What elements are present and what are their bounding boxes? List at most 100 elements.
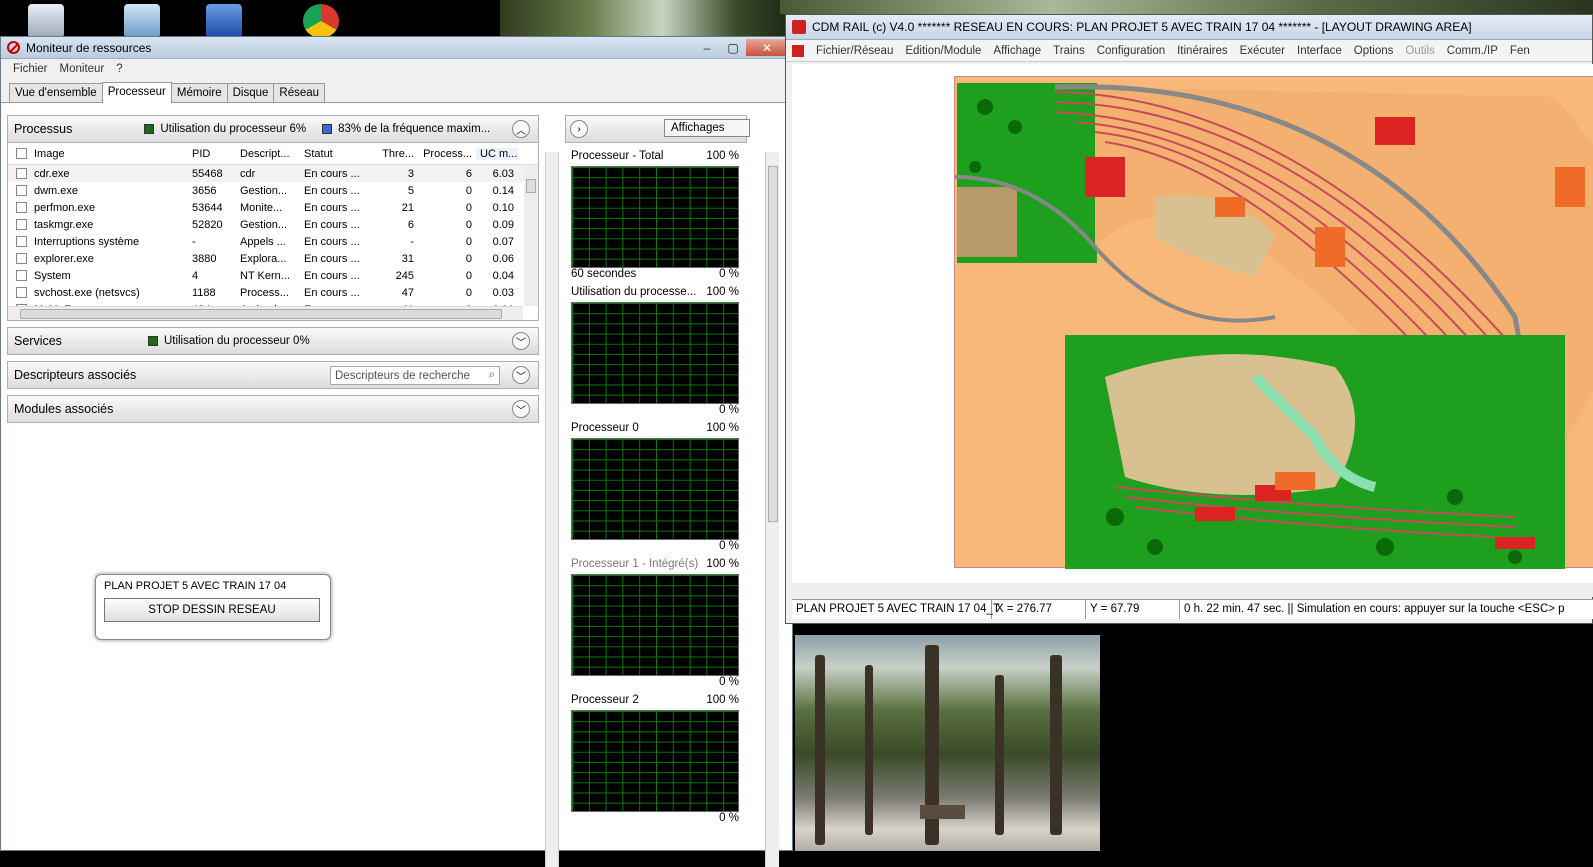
processus-header[interactable]: Processus Utilisation du processeur 6% 8… [7, 115, 539, 143]
table-row[interactable]: explorer.exe 3880 Explora... En cours ... 31… [8, 250, 538, 267]
graph-min: 0 % [719, 540, 739, 552]
table-row[interactable]: System 4 NT Kern... En cours ... 245 0 0.04 [8, 267, 538, 284]
descripteurs-header[interactable]: Descripteurs associés Descripteurs de re… [7, 361, 539, 389]
cdm-menu-outils[interactable]: Outils [1399, 45, 1440, 57]
process-rows: cdr.exe 55468 cdr En cours ... 3 6 6.03 dwm.exe… [8, 165, 538, 318]
col-threads[interactable]: Thre... [372, 148, 418, 160]
col-cpu-avg[interactable]: UC m... [476, 147, 518, 160]
col-status[interactable]: Statut [300, 148, 372, 160]
cpu-graph-block: Processeur 1 - Intégré(s) 100 % 0 % [571, 558, 743, 690]
stop-drawing-button[interactable]: STOP DESSIN RESEAU [104, 598, 320, 622]
desktop-wallpaper-top [500, 0, 795, 40]
chevron-down-icon[interactable]: ﹀ [512, 366, 530, 384]
cdm-menu-itineraires[interactable]: Itinéraires [1171, 45, 1234, 57]
cdm-menu-interface[interactable]: Interface [1291, 45, 1348, 57]
recycle-bin-icon[interactable] [28, 4, 64, 38]
table-vscroll[interactable] [524, 165, 538, 306]
graphs-vscroll[interactable] [765, 152, 779, 867]
chrome-icon[interactable] [303, 4, 339, 38]
pane-splitter[interactable] [545, 152, 559, 867]
col-description[interactable]: Descript... [236, 148, 300, 160]
col-processor[interactable]: Process... [418, 148, 476, 160]
row-checkbox[interactable] [16, 287, 27, 298]
tab-processeur[interactable]: Processeur [101, 82, 172, 103]
close-button[interactable]: ✕ [746, 39, 788, 56]
cdm-menu-affichage[interactable]: Affichage [987, 45, 1047, 57]
cdm-menu-configuration[interactable]: Configuration [1091, 45, 1171, 57]
descripteurs-search-input[interactable]: Descripteurs de recherche ⌕ [330, 366, 500, 385]
modules-header[interactable]: Modules associés ﹀ [7, 395, 539, 423]
dirt-area [957, 187, 1017, 257]
tab-disque[interactable]: Disque [226, 83, 275, 102]
cell-processor: 0 [465, 269, 472, 282]
table-row[interactable]: taskmgr.exe 52820 Gestion... En cours ... 6 0… [8, 216, 538, 233]
freq-legend-icon [322, 124, 333, 134]
col-pid[interactable]: PID [188, 148, 236, 160]
col-image[interactable]: Image [30, 148, 188, 160]
row-checkbox[interactable] [16, 202, 27, 213]
row-checkbox[interactable] [16, 185, 27, 196]
table-row[interactable]: dwm.exe 3656 Gestion... En cours ... 5 0 0.14 [8, 182, 538, 199]
table-row[interactable]: Interruptions système - Appels ... En cours… [8, 233, 538, 250]
cpu-graph [571, 710, 739, 812]
menu-fichier[interactable]: Fichier [7, 63, 54, 75]
cell-description: cdr [240, 167, 256, 180]
tab-overview[interactable]: Vue d'ensemble [9, 83, 103, 102]
affichages-dropdown[interactable]: Affichages [664, 119, 750, 137]
cdm-hscroll[interactable] [792, 583, 1593, 597]
row-checkbox[interactable] [16, 168, 27, 179]
menu-bar: Fichier Moniteur ? [1, 59, 792, 79]
select-all-checkbox[interactable] [16, 148, 27, 159]
cdm-menu-comm[interactable]: Comm./IP [1441, 45, 1504, 57]
menu-help[interactable]: ? [110, 63, 128, 75]
graph-title: Processeur 2 [571, 694, 639, 706]
graph-min: 0 % [719, 404, 739, 416]
table-row[interactable]: perfmon.exe 53644 Monite... En cours ... 21 0… [8, 199, 538, 216]
row-checkbox[interactable] [16, 270, 27, 281]
cell-image: svchost.exe (netsvcs) [34, 286, 140, 299]
services-header[interactable]: Services Utilisation du processeur 0% ﹀ [7, 327, 539, 355]
table-row[interactable]: cdr.exe 55468 cdr En cours ... 3 6 6.03 [8, 165, 538, 182]
desktop-wallpaper-strip [780, 0, 1593, 14]
table-row[interactable]: svchost.exe (netsvcs) 1188 Process... En co… [8, 284, 538, 301]
layout-drawing-area[interactable] [792, 64, 1593, 584]
cell-status: En cours ... [304, 201, 360, 214]
cdm-menu-options[interactable]: Options [1348, 45, 1400, 57]
processus-title: Processus [14, 122, 73, 136]
search-icon[interactable]: ⌕ [489, 369, 495, 382]
resource-monitor-window: Moniteur de ressources ‒ ▢ ✕ Fichier Mon… [0, 36, 793, 867]
cell-processor: 0 [465, 235, 472, 248]
cell-image: cdr.exe [34, 167, 70, 180]
row-checkbox[interactable] [16, 236, 27, 247]
chevron-down-icon[interactable]: ﹀ [512, 400, 530, 418]
row-checkbox[interactable] [16, 219, 27, 230]
word-icon[interactable] [206, 4, 242, 38]
cell-cpu-avg: 0.14 [492, 184, 514, 197]
bench-shape [920, 805, 965, 819]
chevron-down-icon[interactable]: ﹀ [512, 332, 530, 350]
cell-processor: 0 [465, 184, 472, 197]
minimize-button[interactable]: ‒ [694, 39, 720, 56]
chevron-right-icon[interactable]: › [570, 120, 588, 138]
cdm-menu-edition[interactable]: Edition/Module [899, 45, 987, 57]
maximize-button[interactable]: ▢ [720, 39, 746, 56]
cell-description: Process... [240, 286, 289, 299]
menu-moniteur[interactable]: Moniteur [54, 63, 111, 75]
row-checkbox[interactable] [16, 253, 27, 264]
cdm-titlebar[interactable]: CDM RAIL (c) V4.0 ******* RESEAU EN COUR… [786, 15, 1592, 40]
tab-memoire[interactable]: Mémoire [170, 83, 228, 102]
folder-icon[interactable] [124, 4, 160, 38]
table-hscroll[interactable] [8, 306, 523, 320]
cell-processor: 0 [465, 252, 472, 265]
resource-monitor-titlebar[interactable]: Moniteur de ressources ‒ ▢ ✕ [1, 37, 792, 59]
chevron-up-icon[interactable]: ︿ [512, 120, 530, 138]
tab-reseau[interactable]: Réseau [273, 83, 326, 102]
railway-layout-plan[interactable] [954, 76, 1593, 569]
cdm-menu-executer[interactable]: Exécuter [1234, 45, 1291, 57]
cdm-statusbar: PLAN PROJET 5 AVEC TRAIN 17 04_T X = 276… [792, 599, 1593, 619]
cdm-menu-fenetre[interactable]: Fen [1504, 45, 1536, 57]
cdm-menu-fichier[interactable]: Fichier/Réseau [810, 45, 899, 57]
graph-min: 0 % [719, 812, 739, 824]
cdm-menu-trains[interactable]: Trains [1047, 45, 1091, 57]
cell-pid: 52820 [192, 218, 223, 231]
